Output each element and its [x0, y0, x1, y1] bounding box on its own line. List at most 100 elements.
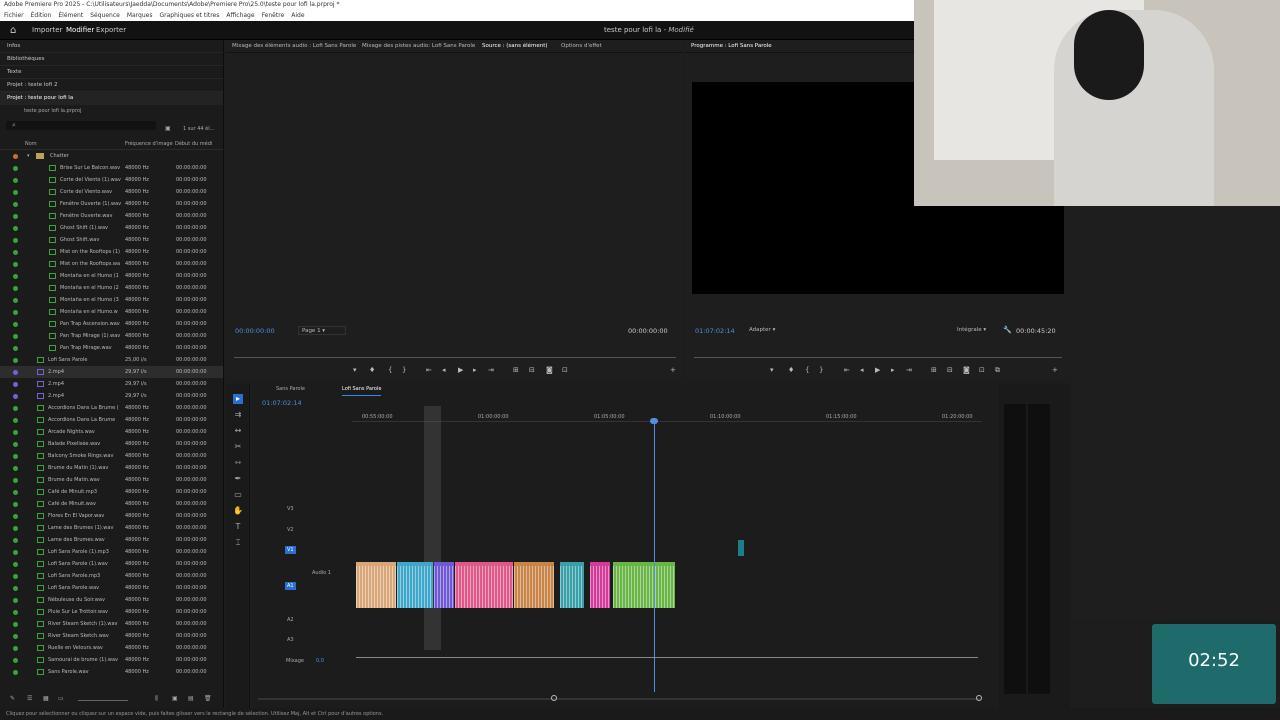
pencil-icon[interactable]: ✎: [10, 695, 15, 702]
program-mark-in-icon[interactable]: {: [805, 366, 809, 374]
program-add-icon[interactable]: +: [1052, 366, 1058, 374]
program-play-icon[interactable]: ▶: [875, 366, 880, 374]
mark-in-icon[interactable]: {: [388, 366, 392, 374]
project-header[interactable]: Projet : teste pour lofi la: [0, 92, 223, 105]
left-tab[interactable]: Bibliothèques: [0, 53, 223, 66]
tab-export[interactable]: Exporter: [96, 21, 126, 40]
tab-program[interactable]: Programme : Lofi Sans Parole: [691, 40, 772, 53]
project-item-row[interactable]: Brume du Matin.wav 48000 Hz 00:00:00:00: [0, 474, 223, 486]
track-select-icon[interactable]: ⇉: [233, 410, 243, 420]
marker-add-icon[interactable]: ♦: [369, 366, 375, 374]
step-back-icon[interactable]: ◂: [442, 366, 446, 374]
trash-icon[interactable]: 🗑: [204, 695, 212, 702]
new-bin-icon[interactable]: ▣: [165, 125, 171, 132]
playhead-handle[interactable]: [650, 418, 658, 424]
program-camera-icon[interactable]: ◙: [963, 366, 970, 374]
tab-sequence-lofi[interactable]: Lofi Sans Parole: [342, 384, 382, 396]
menu-item[interactable]: Graphiques et titres: [159, 12, 219, 19]
timeline-scrollbar[interactable]: [258, 698, 980, 700]
audio-clip[interactable]: [560, 562, 584, 608]
play-icon[interactable]: ▶: [458, 366, 463, 374]
project-item-row[interactable]: Accordions Dans La Brume (48000 Hz 00:00:…: [0, 402, 223, 414]
left-tab[interactable]: Infos: [0, 40, 223, 53]
project-item-row[interactable]: Samourai de brume (1).wav 48000 Hz 00:00:0…: [0, 654, 223, 666]
project-item-row[interactable]: Lofi Sans Parole.wav 48000 Hz 00:00:00:00: [0, 582, 223, 594]
program-timecode[interactable]: 01:07:02:14: [695, 327, 735, 335]
col-start[interactable]: Début du médi: [175, 138, 212, 150]
col-name[interactable]: Nom: [25, 138, 37, 150]
new-bin-bottom-icon[interactable]: ▣: [172, 695, 178, 702]
project-item-row[interactable]: Mist on the Rooftops.wa 48000 Hz 00:00:00:…: [0, 258, 223, 270]
quality-dropdown[interactable]: Intégrale ▾: [954, 326, 994, 335]
project-item-row[interactable]: Lame des Brumes.wav 48000 Hz 00:00:00:00: [0, 534, 223, 546]
menu-item[interactable]: Séquence: [90, 12, 120, 19]
project-item-row[interactable]: River Steam Sketch (1).wav 48000 Hz 00:00:…: [0, 618, 223, 630]
program-go-in-icon[interactable]: ⇤: [844, 366, 850, 374]
project-item-row[interactable]: Montaña en el Humo.w 48000 Hz 00:00:00:00: [0, 306, 223, 318]
menu-item[interactable]: Élément: [58, 12, 83, 19]
project-item-row[interactable]: Corte del Viento (1).wav 48000 Hz 00:00:00…: [0, 174, 223, 186]
menu-item[interactable]: Aide: [291, 12, 304, 19]
fit-dropdown[interactable]: Adapter ▾: [746, 326, 791, 335]
program-go-out-icon[interactable]: ⇥: [906, 366, 912, 374]
tab-effect-controls[interactable]: Options d'effet: [561, 40, 602, 53]
program-mark-out-icon[interactable]: }: [819, 366, 823, 374]
insert-icon[interactable]: ⊞: [513, 366, 519, 374]
zoom-slider[interactable]: [78, 700, 128, 701]
selection-tool-icon[interactable]: ▸: [233, 394, 243, 404]
step-forward-icon[interactable]: ▸: [473, 366, 477, 374]
tab-edit[interactable]: Modifier: [66, 21, 95, 42]
menu-item[interactable]: Édition: [31, 12, 52, 19]
pen-tool-icon[interactable]: ✒: [233, 474, 243, 484]
track-a2-label[interactable]: A2: [287, 617, 294, 623]
track-a3-label[interactable]: A3: [287, 637, 294, 643]
audio-clip[interactable]: [434, 562, 454, 608]
hand-tool-icon[interactable]: ✋: [233, 506, 243, 516]
settings-icon[interactable]: ⊡: [562, 366, 568, 374]
project-item-row[interactable]: Nébuleuse du Soir.wav 48000 Hz 00:00:00:00: [0, 594, 223, 606]
project-item-row[interactable]: Accordions Dans La Brume 48000 Hz 00:00:00…: [0, 414, 223, 426]
playhead[interactable]: [654, 420, 655, 692]
search-input[interactable]: ⌕: [6, 121, 156, 130]
overwrite-icon[interactable]: ⊟: [529, 366, 535, 374]
home-icon[interactable]: ⌂: [10, 25, 21, 36]
timeline-ruler[interactable]: 00:55:00:00 01:00:00:00 01:05:00:00 01:1…: [352, 410, 982, 422]
menu-item[interactable]: Marques: [127, 12, 153, 19]
marker-icon[interactable]: ▾: [353, 366, 357, 374]
project-item-row[interactable]: Balade Pixelisée.wav 48000 Hz 00:00:00:00: [0, 438, 223, 450]
project-item-row[interactable]: Montaña en el Humo (1 48000 Hz 00:00:00:00: [0, 270, 223, 282]
project-item-row[interactable]: Montaña en el Humo (3 48000 Hz 00:00:00:00: [0, 294, 223, 306]
project-item-row[interactable]: Café de Minuit.wav 48000 Hz 00:00:00:00: [0, 498, 223, 510]
extract-icon[interactable]: ⊟: [947, 366, 953, 374]
tab-audio-clip-mixer[interactable]: Mixage des éléments audio : Lofi Sans Pa…: [232, 40, 356, 53]
project-item-row[interactable]: Lofi Sans Parole (1).mp3 48000 Hz 00:00:00…: [0, 546, 223, 558]
add-button-icon[interactable]: +: [670, 366, 676, 374]
program-scrubber[interactable]: [694, 357, 1062, 358]
project-item-row[interactable]: Lofi Sans Parole 25,00 i/s 00:00:00:00: [0, 354, 223, 366]
page-dropdown[interactable]: Page 1 ▾: [298, 326, 346, 335]
caption-tool-icon[interactable]: ⌶: [233, 538, 243, 548]
tab-source[interactable]: Source : (sans élément): [482, 40, 548, 53]
project-item-row[interactable]: River Steam Sketch.wav 48000 Hz 00:00:00:0…: [0, 630, 223, 642]
project-item-row[interactable]: Pluie Sur Le Trottoir.wav 48000 Hz 00:00:0…: [0, 606, 223, 618]
audio-clip[interactable]: [590, 562, 610, 608]
project-item-row[interactable]: Fenêtre Ouverte.wav 48000 Hz 00:00:00:00: [0, 210, 223, 222]
left-tab[interactable]: Texte: [0, 66, 223, 79]
audio-clip[interactable]: [514, 562, 554, 608]
audio-clip[interactable]: [613, 562, 675, 608]
vr-icon[interactable]: ⧉: [995, 366, 1000, 375]
project-item-row[interactable]: Lofi Sans Parole (1).wav 48000 Hz 00:00:00…: [0, 558, 223, 570]
left-tab[interactable]: Projet : teste lofi 2: [0, 79, 223, 92]
project-item-row[interactable]: Café de Minuit.mp3 48000 Hz 00:00:00:00: [0, 486, 223, 498]
tab-import[interactable]: Importer: [32, 21, 62, 40]
tab-sequence-sans-parole[interactable]: Sans Parole: [276, 384, 305, 395]
menu-item[interactable]: Affichage: [226, 12, 254, 19]
lift-icon[interactable]: ⊞: [931, 366, 937, 374]
project-item-row[interactable]: Arcade Nights.wav 48000 Hz 00:00:00:00: [0, 426, 223, 438]
project-item-row[interactable]: Balcony Smoke Rings.wav 48000 Hz 00:00:00:…: [0, 450, 223, 462]
program-step-back-icon[interactable]: ◂: [860, 366, 864, 374]
program-step-fwd-icon[interactable]: ▸: [891, 366, 895, 374]
freeform-view-icon[interactable]: ▭: [58, 695, 64, 702]
icon-view-icon[interactable]: ▦: [43, 695, 49, 702]
timeline-timecode[interactable]: 01:07:02:14: [262, 399, 302, 407]
